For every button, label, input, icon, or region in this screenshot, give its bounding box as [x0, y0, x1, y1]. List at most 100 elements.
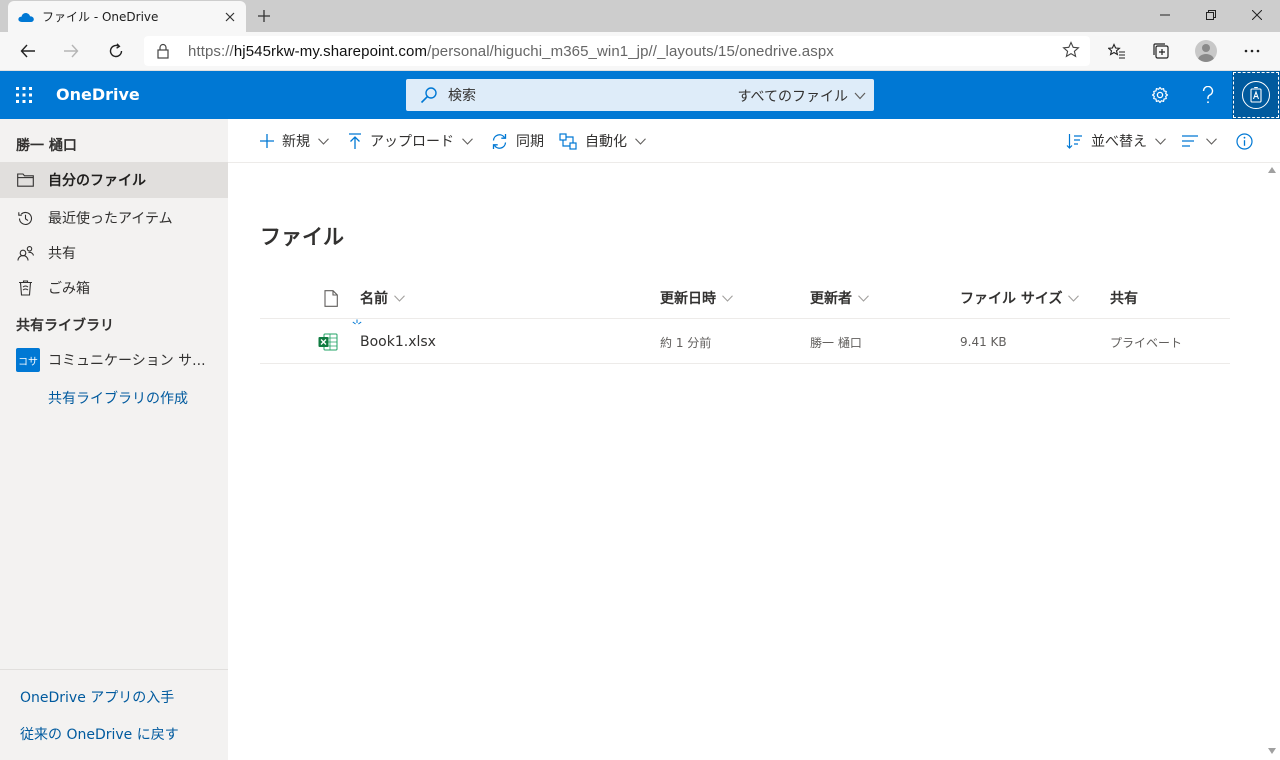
browser-tab-strip: ファイル - OneDrive: [0, 0, 1280, 32]
nav-item-label: 共有: [48, 246, 76, 262]
sync-button[interactable]: 同期: [491, 119, 544, 163]
chevron-down-icon: [462, 137, 473, 145]
new-label: 新規: [282, 134, 310, 150]
search-box[interactable]: 検索 すべてのファイル: [406, 79, 874, 111]
nav-item-my-files[interactable]: 自分のファイル: [0, 162, 228, 198]
search-scope-label: すべてのファイル: [737, 89, 848, 105]
return-classic-link[interactable]: 従来の OneDrive に戻す: [20, 724, 179, 744]
sync-icon: [492, 133, 507, 149]
url-host: hj545rkw-my.sharepoint.com: [233, 42, 428, 60]
favorites-icon[interactable]: [1101, 36, 1133, 66]
vertical-scrollbar[interactable]: [1264, 163, 1280, 760]
flow-icon: [559, 132, 577, 150]
chevron-down-icon: [394, 294, 405, 302]
plus-icon: [260, 134, 274, 148]
upload-arrow-icon: [349, 133, 361, 149]
library-name: コミュニケーション サ...: [48, 353, 206, 369]
sharing-column-header[interactable]: 共有: [1110, 277, 1138, 319]
folder-icon: [16, 171, 34, 189]
nav-item-label: 最近使ったアイテム: [48, 211, 173, 227]
nav-divider: [0, 669, 228, 670]
upload-label: アップロード: [370, 134, 454, 150]
new-tab-button[interactable]: [252, 4, 276, 28]
sort-button[interactable]: 並べ替え: [1066, 119, 1166, 163]
trash-icon: [16, 279, 34, 297]
address-bar[interactable]: https://hj545rkw-my.sharepoint.com/perso…: [144, 36, 1090, 66]
chevron-down-icon: [858, 294, 869, 302]
shared-libraries-heading: 共有ライブラリ: [16, 318, 114, 334]
automate-button[interactable]: 自動化: [559, 119, 646, 163]
url-text[interactable]: https://hj545rkw-my.sharepoint.com/perso…: [188, 43, 834, 60]
left-navigation: 勝一 樋口 自分のファイル 最近使ったアイテム 共有 ごみ箱 共有ライブラリ コ…: [0, 119, 228, 760]
table-row[interactable]: Book1.xlsx 約 1 分前 勝一 樋口 9.41 KB プライベート: [260, 319, 1230, 364]
nav-item-shared[interactable]: 共有: [0, 235, 228, 271]
search-placeholder: 検索: [448, 88, 476, 104]
minimize-button[interactable]: [1142, 0, 1188, 30]
get-app-link[interactable]: OneDrive アプリの入手: [20, 687, 174, 707]
column-label: ファイル サイズ: [960, 291, 1063, 307]
chevron-down-icon: [318, 137, 329, 145]
account-badge-icon: [1242, 81, 1270, 109]
document-icon: [324, 289, 338, 307]
people-icon: [16, 244, 34, 262]
user-name: 勝一 樋口: [16, 138, 77, 154]
app-brand[interactable]: OneDrive: [56, 85, 140, 104]
more-menu-icon[interactable]: [1236, 36, 1268, 66]
account-manager-button[interactable]: [1232, 71, 1280, 119]
refresh-button[interactable]: [101, 36, 131, 66]
file-name-link[interactable]: Book1.xlsx: [360, 320, 436, 364]
library-item-communication-site[interactable]: コサ コミュニケーション サ...: [16, 348, 206, 372]
restore-button[interactable]: [1188, 0, 1234, 30]
profile-avatar[interactable]: [1190, 36, 1222, 66]
browser-tab[interactable]: ファイル - OneDrive: [8, 1, 246, 32]
chevron-down-icon: [1155, 137, 1166, 145]
file-sharing: プライベート: [1110, 335, 1183, 350]
automate-label: 自動化: [585, 134, 627, 150]
close-window-button[interactable]: [1234, 0, 1280, 30]
collections-icon[interactable]: [1145, 36, 1177, 66]
nav-item-recent[interactable]: 最近使ったアイテム: [0, 200, 228, 236]
file-size: 9.41 KB: [960, 335, 1007, 349]
file-type-column-header[interactable]: [318, 277, 338, 319]
column-label: 名前: [360, 291, 388, 307]
modified-column-header[interactable]: 更新日時: [660, 277, 733, 319]
file-size-column-header[interactable]: ファイル サイズ: [960, 277, 1080, 319]
main-content: ファイル 名前 更新日時 更新者 ファイル サイズ 共有 Book1.xlsx …: [228, 163, 1264, 760]
search-scope-dropdown[interactable]: すべてのファイル: [738, 86, 866, 106]
close-tab-icon[interactable]: [220, 7, 240, 27]
list-view-icon: [1182, 135, 1198, 147]
modified-by-column-header[interactable]: 更新者: [810, 277, 869, 319]
view-options-button[interactable]: [1182, 119, 1217, 163]
nav-item-label: 自分のファイル: [48, 173, 146, 189]
page-title: ファイル: [260, 225, 344, 249]
url-prefix: https://: [188, 42, 234, 60]
app-launcher-icon[interactable]: [0, 71, 48, 119]
settings-gear-icon[interactable]: [1136, 71, 1184, 119]
library-badge: コサ: [16, 348, 40, 372]
nav-item-recycle-bin[interactable]: ごみ箱: [0, 270, 228, 306]
forward-button[interactable]: [56, 36, 86, 66]
file-list-header: 名前 更新日時 更新者 ファイル サイズ 共有: [260, 277, 1230, 319]
excel-icon: [318, 320, 338, 364]
upload-button[interactable]: アップロード: [348, 119, 473, 163]
name-column-header[interactable]: 名前: [360, 277, 405, 319]
back-button[interactable]: [13, 36, 43, 66]
info-icon: [1236, 132, 1253, 150]
scroll-down-arrow-icon: [1268, 748, 1276, 754]
details-pane-button[interactable]: [1236, 119, 1253, 163]
chevron-down-icon: [635, 137, 646, 145]
chevron-down-icon: [722, 294, 733, 302]
file-modified: 約 1 分前: [660, 335, 712, 350]
sync-label: 同期: [516, 134, 544, 150]
column-label: 共有: [1110, 291, 1138, 307]
search-icon: [420, 86, 438, 104]
nav-item-label: ごみ箱: [48, 281, 90, 297]
suite-header: OneDrive 検索 すべてのファイル: [0, 71, 1280, 119]
new-button[interactable]: 新規: [260, 119, 329, 163]
help-icon[interactable]: [1184, 71, 1232, 119]
browser-toolbar: https://hj545rkw-my.sharepoint.com/perso…: [0, 32, 1280, 71]
favorite-star-icon[interactable]: [1062, 41, 1080, 59]
lock-icon[interactable]: [156, 43, 176, 59]
sort-icon: [1066, 134, 1082, 149]
create-shared-library-link[interactable]: 共有ライブラリの作成: [48, 388, 188, 408]
